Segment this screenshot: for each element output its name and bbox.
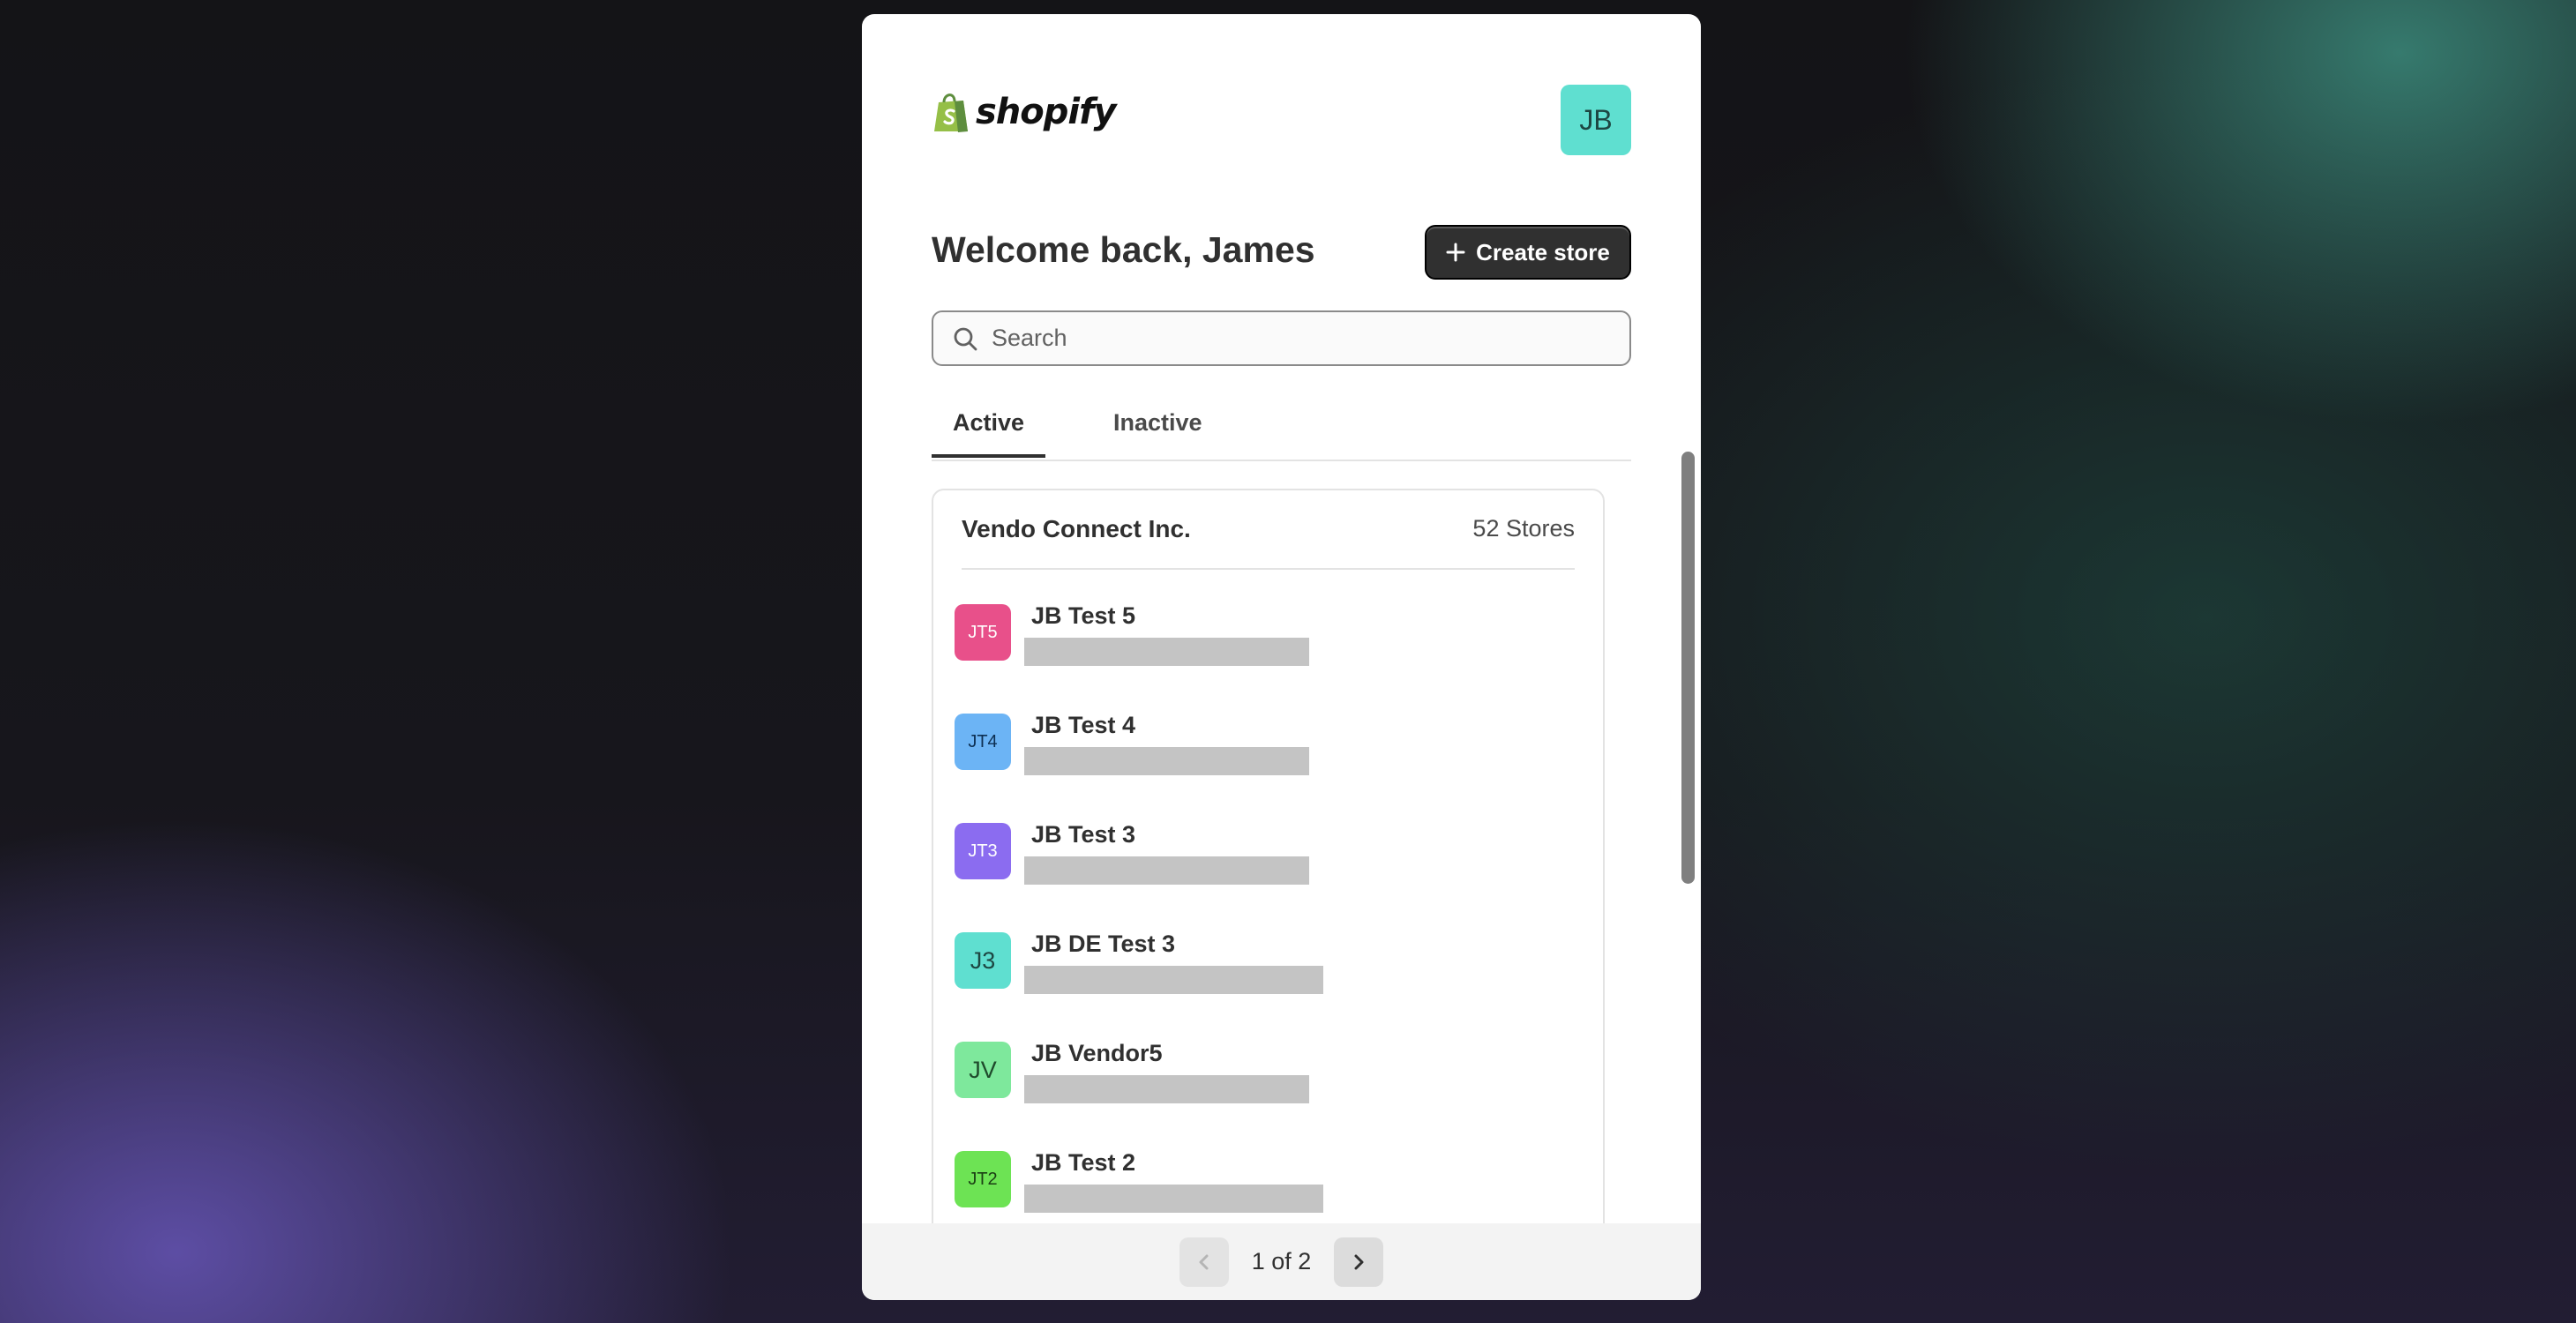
user-avatar[interactable]: JB [1561, 85, 1631, 155]
scrollbar[interactable] [1681, 452, 1695, 884]
redacted-store-url [1024, 1075, 1309, 1103]
logo-text: shopify [976, 92, 1117, 132]
store-list-item[interactable]: JV JB Vendor5 [955, 1040, 1572, 1130]
store-name: JB Test 5 [1031, 602, 1136, 629]
search-field[interactable] [932, 310, 1631, 366]
redacted-store-url [1024, 856, 1309, 885]
tab-active[interactable]: Active [932, 404, 1046, 458]
pagination-bar: 1 of 2 [862, 1223, 1701, 1300]
page-indicator: 1 of 2 [1251, 1248, 1312, 1274]
store-avatar: J3 [955, 932, 1011, 989]
redacted-store-url [1024, 638, 1309, 666]
redacted-store-url [1024, 966, 1323, 994]
redacted-store-url [1024, 747, 1309, 775]
store-count: 52 Stores [1472, 515, 1575, 542]
store-name: JB Vendor5 [1031, 1040, 1163, 1066]
organization-panel: Vendo Connect Inc. 52 Stores JT5 JB Test… [932, 489, 1605, 1300]
store-avatar: JT5 [955, 604, 1011, 661]
search-icon [954, 327, 977, 350]
plus-icon [1446, 243, 1465, 262]
store-list-item[interactable]: JT3 JB Test 3 [955, 821, 1572, 911]
store-list-item[interactable]: JT5 JB Test 5 [955, 602, 1572, 692]
create-store-label: Create store [1476, 238, 1610, 265]
chevron-right-icon [1354, 1254, 1364, 1269]
store-name: JB DE Test 3 [1031, 931, 1176, 957]
store-name: JB Test 3 [1031, 821, 1136, 848]
redacted-store-url [1024, 1185, 1323, 1213]
store-avatar: JV [955, 1042, 1011, 1098]
organization-name: Vendo Connect Inc. [962, 515, 1191, 542]
create-store-button[interactable]: Create store [1425, 225, 1631, 280]
store-avatar: JT4 [955, 714, 1011, 770]
previous-page-button[interactable] [1179, 1237, 1229, 1287]
chevron-left-icon [1199, 1254, 1209, 1269]
store-list-item[interactable]: J3 JB DE Test 3 [955, 931, 1572, 1020]
store-name: JB Test 4 [1031, 712, 1136, 738]
store-list-item[interactable]: JT4 JB Test 4 [955, 712, 1572, 802]
organization-header: Vendo Connect Inc. 52 Stores [962, 515, 1575, 570]
search-input[interactable] [990, 324, 1611, 353]
page-title: Welcome back, James [932, 229, 1315, 270]
store-selector-card: shopify JB Welcome back, James Create st… [862, 14, 1701, 1300]
tab-inactive[interactable]: Inactive [1092, 404, 1224, 458]
shopify-logo: shopify [932, 90, 1117, 134]
shopify-bag-icon [934, 93, 968, 132]
store-name: JB Test 2 [1031, 1149, 1136, 1176]
store-avatar: JT3 [955, 823, 1011, 879]
tabs: Active Inactive [932, 393, 1631, 461]
store-avatar: JT2 [955, 1151, 1011, 1207]
next-page-button[interactable] [1334, 1237, 1384, 1287]
